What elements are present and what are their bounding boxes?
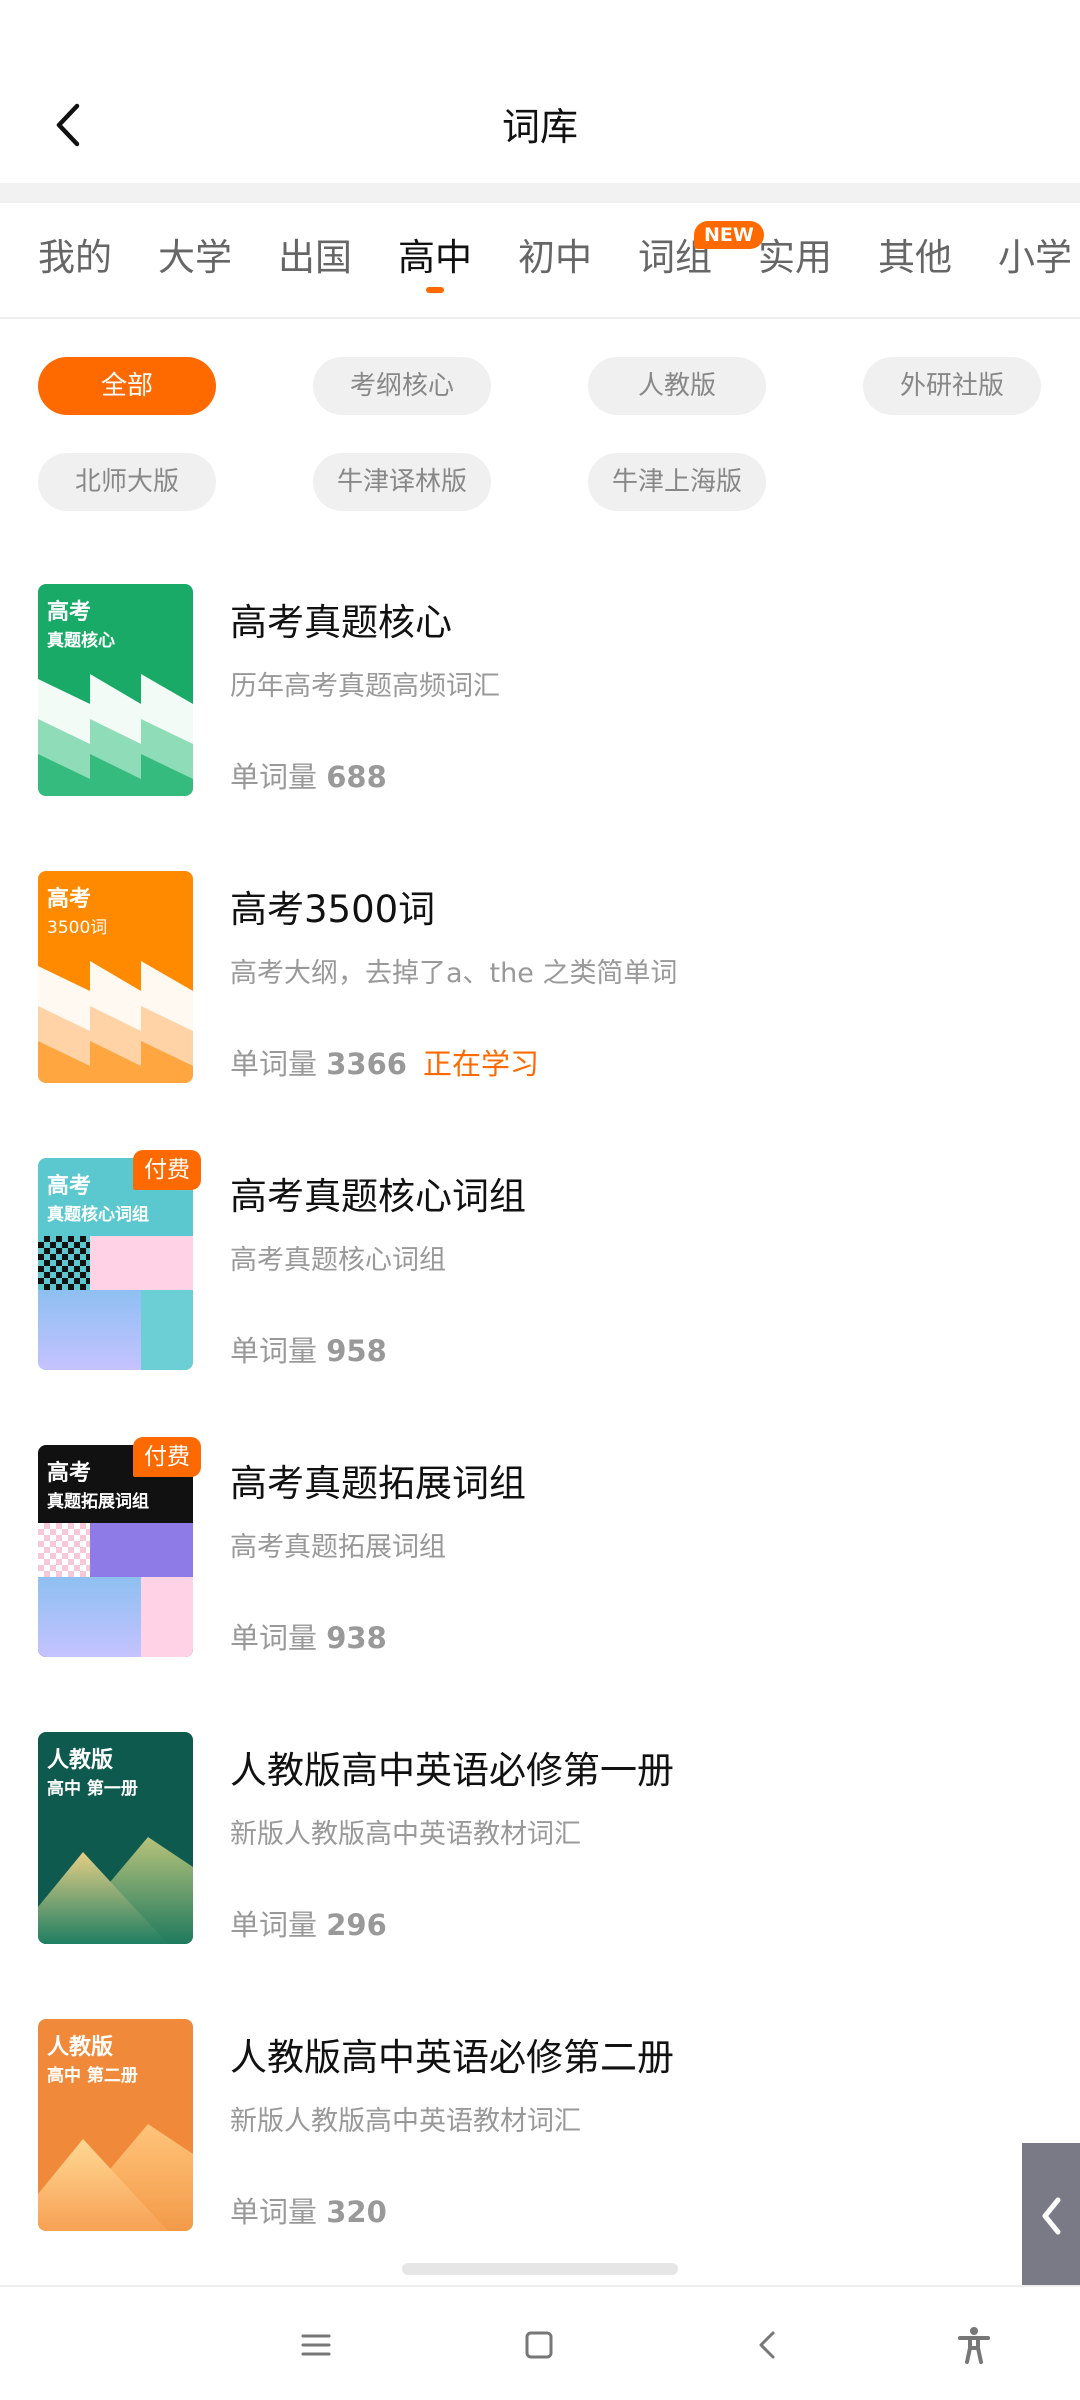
cover-title: 人教版 xyxy=(47,2035,114,2060)
book-description: 高考真题拓展词组 xyxy=(230,1532,446,1563)
header: 词库 xyxy=(0,0,1080,183)
accessibility-icon xyxy=(958,2327,990,2364)
system-nav-bar xyxy=(0,2285,1080,2400)
new-badge: NEW xyxy=(694,221,764,249)
word-count: 单词量 938 xyxy=(230,1615,387,1657)
cover-title: 人教版 xyxy=(47,1748,114,1773)
filter-oxford-yilin[interactable]: 牛津译林版 xyxy=(313,453,491,511)
paid-badge: 付费 xyxy=(133,1150,201,1190)
word-count-value: 958 xyxy=(326,1334,387,1368)
cover-title: 高考 xyxy=(47,1174,92,1199)
word-count-value: 320 xyxy=(326,2195,387,2229)
active-tab-indicator xyxy=(426,287,444,293)
book-cover: 高考 3500词 xyxy=(38,871,193,1083)
tab-primary[interactable]: 小学 xyxy=(998,227,1072,281)
learning-status: 正在学习 xyxy=(423,1047,540,1081)
book-item[interactable]: 付费 高考 xyxy=(0,1437,1080,1685)
word-count-label: 单词量 xyxy=(230,1621,318,1655)
book-description: 新版人教版高中英语教材词汇 xyxy=(230,1819,581,1850)
book-title: 人教版高中英语必修第一册 xyxy=(230,1749,674,1792)
cover-title: 高考 xyxy=(47,1461,92,1486)
book-description: 高考大纲，去掉了a、the 之类简单词 xyxy=(230,958,678,989)
word-count-value: 296 xyxy=(326,1908,387,1942)
book-title: 高考真题核心词组 xyxy=(230,1175,526,1218)
page-title: 词库 xyxy=(501,105,578,149)
filter-oxford-shanghai[interactable]: 牛津上海版 xyxy=(588,453,766,511)
header-divider xyxy=(0,183,1080,203)
book-cover: 人教版 高中 第二册 xyxy=(38,2019,193,2231)
tab-university[interactable]: 大学 xyxy=(158,227,232,281)
cover-title: 高考 xyxy=(47,600,92,625)
tab-other[interactable]: 其他 xyxy=(878,227,952,281)
side-expand-button[interactable] xyxy=(1022,2143,1080,2288)
word-count-value: 3366 xyxy=(326,1047,407,1081)
book-item[interactable]: 高考 3500词 高考3500词 高考大纲，去掉了a、the 之类简单词 单词量… xyxy=(0,871,1080,1111)
book-item[interactable]: 付费 高考 xyxy=(0,1150,1080,1398)
book-description: 历年高考真题高频词汇 xyxy=(230,671,500,702)
filter-pep[interactable]: 人教版 xyxy=(588,357,766,415)
word-count-label: 单词量 xyxy=(230,1334,318,1368)
system-back-button[interactable] xyxy=(737,2315,797,2375)
book-title: 人教版高中英语必修第二册 xyxy=(230,2036,674,2079)
tab-high-school[interactable]: 高中 xyxy=(398,227,472,281)
tab-mine[interactable]: 我的 xyxy=(38,227,112,281)
filter-fltrp[interactable]: 外研社版 xyxy=(863,357,1041,415)
book-item[interactable]: 人教版 高中 第一册 人教版高中英语必修第一册 新版人教版高中英语教材词汇 单词… xyxy=(0,1732,1080,1972)
word-count-label: 单词量 xyxy=(230,1908,318,1942)
cover-subtitle: 3500词 xyxy=(47,918,108,938)
book-cover: 高考 真题核心 xyxy=(38,584,193,796)
word-count: 单词量 3366 xyxy=(230,1041,407,1083)
cover-subtitle: 高中 第二册 xyxy=(47,2066,138,2086)
filter-bnu[interactable]: 北师大版 xyxy=(38,453,216,511)
paid-badge: 付费 xyxy=(133,1437,201,1477)
word-count: 单词量 320 xyxy=(230,2189,387,2231)
word-count-label: 单词量 xyxy=(230,1047,318,1081)
scroll-indicator xyxy=(402,2263,678,2275)
tab-abroad[interactable]: 出国 xyxy=(278,227,352,281)
word-library-page: 词库 我的 大学 出国 高中 初中 词组 NEW 实用 其他 小学 全部 考纲核… xyxy=(0,0,1080,2400)
word-count-label: 单词量 xyxy=(230,2195,318,2229)
chevron-left-icon xyxy=(1042,2197,1061,2234)
category-tabs: 我的 大学 出国 高中 初中 词组 NEW 实用 其他 小学 xyxy=(0,203,1080,319)
book-title: 高考真题拓展词组 xyxy=(230,1462,526,1505)
book-description: 新版人教版高中英语教材词汇 xyxy=(230,2106,581,2137)
cover-subtitle: 高中 第一册 xyxy=(47,1779,138,1799)
cover-title: 高考 xyxy=(47,887,92,912)
word-count: 单词量 958 xyxy=(230,1328,387,1370)
word-count: 单词量 688 xyxy=(230,754,387,796)
cover-subtitle: 真题拓展词组 xyxy=(47,1492,149,1512)
book-item[interactable]: 高考 真题核心 高考真题核心 历年高考真题高频词汇 单词量 688 xyxy=(0,584,1080,824)
filter-syllabus-core[interactable]: 考纲核心 xyxy=(313,357,491,415)
tab-junior-high[interactable]: 初中 xyxy=(518,227,592,281)
home-button[interactable] xyxy=(509,2315,569,2375)
word-count-label: 单词量 xyxy=(230,760,318,794)
cover-subtitle: 真题核心词组 xyxy=(47,1205,149,1225)
menu-icon xyxy=(301,2334,331,2356)
book-item[interactable]: 人教版 高中 第二册 人教版高中英语必修第二册 新版人教版高中英语教材词汇 单词… xyxy=(0,2019,1080,2259)
filter-all[interactable]: 全部 xyxy=(38,357,216,415)
cover-subtitle: 真题核心 xyxy=(47,631,115,651)
recent-apps-button[interactable] xyxy=(286,2315,346,2375)
back-icon xyxy=(759,2331,775,2359)
tab-practical[interactable]: 实用 xyxy=(758,227,832,281)
book-title: 高考3500词 xyxy=(230,888,436,931)
word-count-value: 688 xyxy=(326,760,387,794)
accessibility-button[interactable] xyxy=(944,2315,1004,2375)
book-title: 高考真题核心 xyxy=(230,601,452,644)
book-cover: 人教版 高中 第一册 xyxy=(38,1732,193,1944)
word-count: 单词量 296 xyxy=(230,1902,387,1944)
word-count-value: 938 xyxy=(326,1621,387,1655)
home-icon xyxy=(525,2331,553,2359)
book-description: 高考真题核心词组 xyxy=(230,1245,446,1276)
